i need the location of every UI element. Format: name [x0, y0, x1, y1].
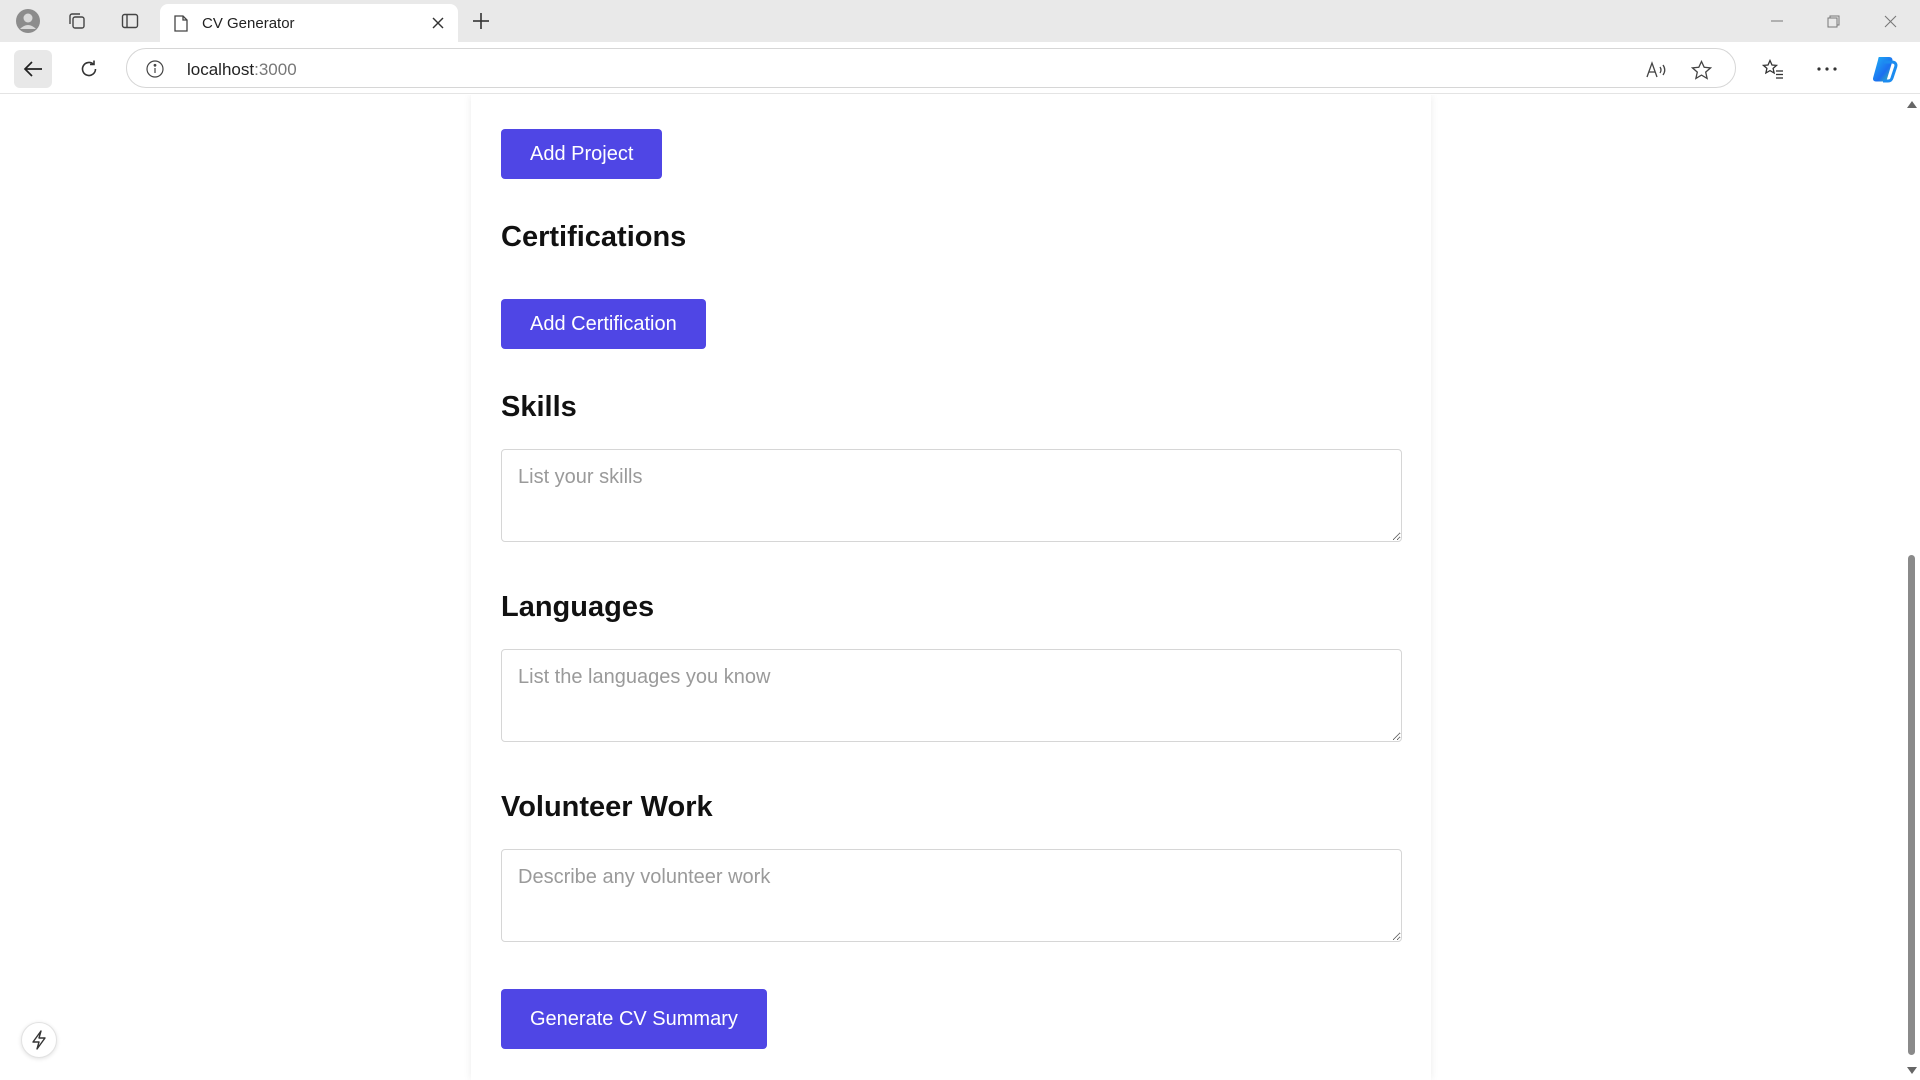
info-icon[interactable] — [145, 59, 165, 79]
bolt-icon[interactable] — [21, 1022, 57, 1058]
volunteer-work-textarea[interactable] — [501, 849, 1402, 942]
volunteer-work-heading: Volunteer Work — [501, 791, 713, 823]
languages-heading: Languages — [501, 591, 655, 623]
skills-heading: Skills — [501, 391, 577, 423]
certifications-heading: Certifications — [501, 221, 687, 253]
back-arrow-icon[interactable] — [14, 50, 52, 88]
close-icon[interactable] — [424, 9, 452, 37]
url-port: :3000 — [254, 60, 297, 79]
skills-textarea[interactable] — [501, 449, 1402, 542]
generate-cv-summary-button[interactable]: Generate CV Summary — [501, 989, 767, 1049]
tab-cv-generator[interactable]: CV Generator — [160, 4, 458, 42]
read-aloud-icon[interactable] — [1643, 57, 1669, 83]
scroll-thumb[interactable] — [1908, 555, 1915, 1055]
tab-strip: CV Generator — [0, 0, 1920, 42]
add-project-button[interactable]: Add Project — [501, 129, 663, 179]
languages-textarea[interactable] — [501, 649, 1402, 742]
plus-icon[interactable] — [467, 7, 495, 35]
favorite-star-icon[interactable] — [1688, 57, 1714, 83]
cv-form-card: Add Project Certifications Add Certifica… — [471, 95, 1431, 1080]
more-icon[interactable] — [1809, 51, 1845, 87]
scroll-down-arrow-icon[interactable] — [1906, 1065, 1917, 1076]
window-close-icon[interactable] — [1862, 0, 1918, 42]
copilot-icon[interactable] — [1867, 51, 1903, 87]
tab-actions-icon[interactable] — [116, 7, 144, 35]
scroll-up-arrow-icon[interactable] — [1906, 99, 1917, 110]
favorites-icon[interactable] — [1755, 51, 1791, 87]
url-host: localhost — [187, 60, 255, 79]
browser-toolbar: localhost:3000 — [0, 42, 1920, 94]
page-scrollbar[interactable] — [1903, 95, 1920, 1080]
reload-icon[interactable] — [70, 50, 108, 88]
add-certification-button[interactable]: Add Certification — [501, 299, 706, 349]
page-icon — [172, 14, 190, 32]
minimize-icon[interactable] — [1749, 0, 1805, 42]
url-text: localhost:3000 — [187, 60, 297, 80]
tab-title: CV Generator — [202, 14, 295, 32]
page-viewport: Add Project Certifications Add Certifica… — [0, 95, 1903, 1080]
address-bar[interactable]: localhost:3000 — [126, 48, 1736, 88]
profile-icon[interactable] — [14, 7, 42, 35]
restore-icon[interactable] — [1805, 0, 1861, 42]
collections-icon[interactable] — [63, 7, 91, 35]
browser-window: CV Generator localhost:3000 Add Project … — [0, 0, 1920, 1080]
